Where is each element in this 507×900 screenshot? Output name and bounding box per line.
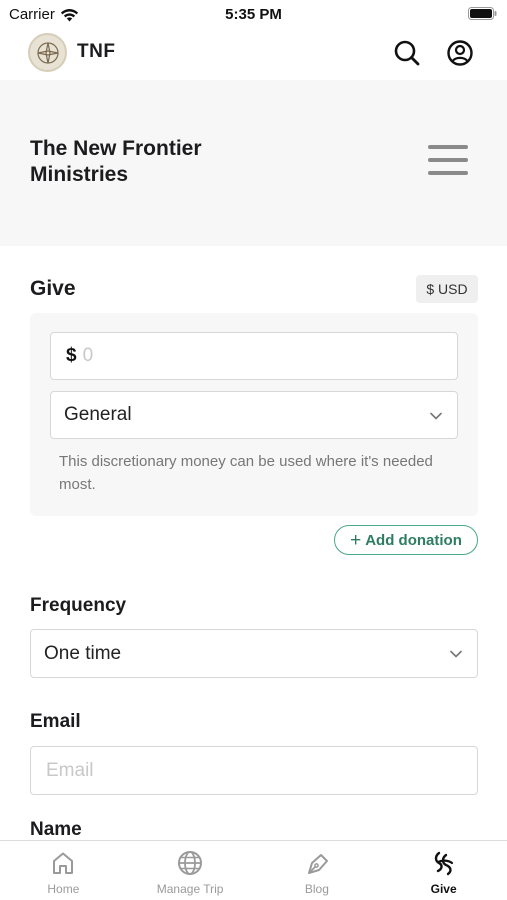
hamburger-menu-icon[interactable]	[428, 145, 468, 179]
email-input[interactable]	[46, 759, 446, 782]
tab-home-label: Home	[47, 882, 80, 896]
tab-bar: Home Manage Trip Blog Give	[0, 840, 507, 900]
chevron-down-icon	[450, 650, 462, 658]
compass-logo-glyph	[36, 41, 59, 64]
add-donation-button[interactable]: + Add donation	[334, 525, 478, 555]
frequency-label: Frequency	[30, 595, 127, 616]
pen-icon	[307, 854, 328, 874]
fund-select-value: General	[64, 404, 132, 425]
add-donation-label: Add donation	[365, 531, 462, 549]
amount-input[interactable]	[82, 345, 383, 367]
status-bar: Carrier 5:35 PM	[0, 0, 507, 28]
plus-icon: +	[350, 529, 362, 551]
email-field[interactable]	[30, 746, 478, 795]
battery-icon	[468, 7, 497, 20]
name-label: Name	[30, 819, 82, 840]
currency-selector[interactable]: $ USD	[416, 275, 478, 303]
tab-home[interactable]: Home	[0, 841, 127, 900]
globe-icon	[178, 851, 203, 875]
give-icon	[434, 851, 453, 876]
amount-field[interactable]: $	[50, 332, 458, 380]
home-icon	[53, 852, 74, 874]
give-heading: Give	[30, 277, 76, 300]
fund-description: This discretionary money can be used whe…	[59, 453, 433, 493]
app-header: TNF	[0, 28, 507, 80]
compass-logo-icon[interactable]	[28, 33, 67, 72]
currency-prefix: $	[66, 345, 77, 366]
account-icon[interactable]	[445, 38, 475, 68]
tab-manage-trip-label: Manage Trip	[156, 882, 224, 896]
tab-blog-label: Blog	[304, 882, 329, 896]
frequency-select[interactable]: One time	[30, 629, 478, 678]
tab-give-label: Give	[430, 882, 457, 896]
search-icon[interactable]	[392, 38, 422, 68]
ministry-banner: The New Frontier Ministries	[0, 80, 507, 246]
donation-card: $ General This discretionary money can b…	[30, 313, 478, 516]
status-time: 5:35 PM	[225, 6, 282, 23]
tab-manage-trip[interactable]: Manage Trip	[127, 841, 254, 900]
brand-name[interactable]: TNF	[77, 41, 115, 63]
tab-blog[interactable]: Blog	[254, 841, 381, 900]
chevron-down-icon	[430, 412, 442, 420]
tab-give[interactable]: Give	[380, 841, 507, 900]
ministry-title: The New Frontier Ministries	[30, 137, 202, 186]
fund-select[interactable]: General	[50, 391, 458, 439]
email-label: Email	[30, 711, 81, 732]
frequency-select-value: One time	[44, 642, 122, 664]
